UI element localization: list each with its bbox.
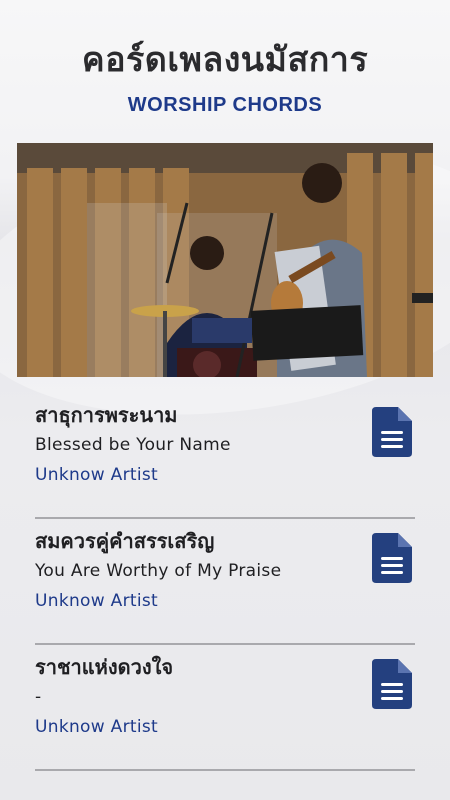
page-subtitle: WORSHIP CHORDS [127, 94, 323, 116]
song-subtitle: - [35, 687, 42, 707]
document-icon[interactable] [372, 659, 412, 709]
song-item[interactable]: ราชาแห่งดวงใจ - Unknow Artist [35, 645, 415, 771]
song-artist: Unknow Artist [35, 591, 158, 611]
document-icon[interactable] [372, 533, 412, 583]
hero-photo [17, 143, 433, 377]
song-item[interactable]: สมควรคู่คำสรรเสริญ You Are Worthy of My … [35, 519, 415, 645]
song-title: สาธุการพระนาม [35, 403, 178, 427]
document-icon[interactable] [372, 407, 412, 457]
song-subtitle: You Are Worthy of My Praise [35, 561, 282, 581]
song-list: สาธุการพระนาม Blessed be Your Name Unkno… [35, 393, 415, 771]
song-subtitle: Blessed be Your Name [35, 435, 231, 455]
song-artist: Unknow Artist [35, 465, 158, 485]
song-item[interactable]: สาธุการพระนาม Blessed be Your Name Unkno… [35, 393, 415, 519]
song-title: ราชาแห่งดวงใจ [35, 655, 174, 679]
song-artist: Unknow Artist [35, 717, 158, 737]
page-title: คอร์ดเพลงนมัสการ [81, 40, 369, 80]
song-title: สมควรคู่คำสรรเสริญ [35, 529, 215, 553]
page-header: คอร์ดเพลงนมัสการ WORSHIP CHORDS [0, 0, 450, 117]
